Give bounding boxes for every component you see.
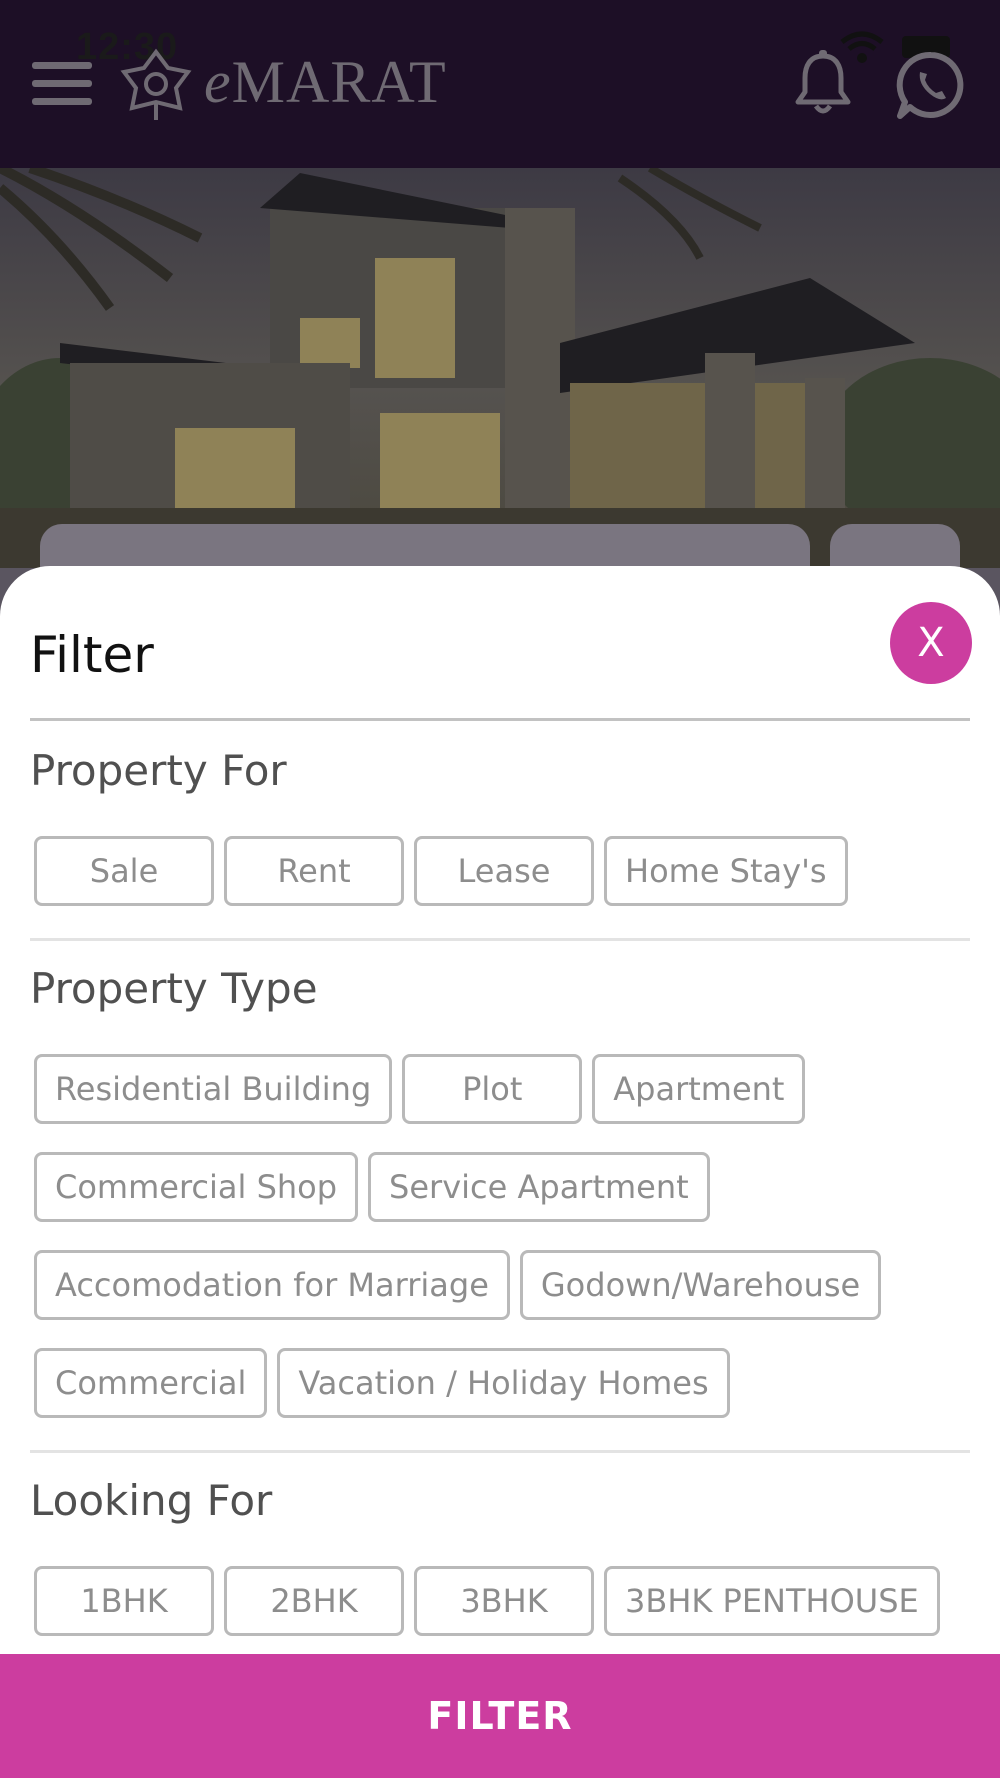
logo-name: MARAT — [231, 49, 447, 115]
menu-icon[interactable] — [32, 62, 92, 106]
chip-row-looking-for: 1BHK 2BHK 3BHK 3BHK PENTHOUSE — [34, 1566, 940, 1636]
logo-mark-icon — [120, 48, 192, 120]
filter-sheet: Filter X Property For Sale Rent Lease Ho… — [0, 566, 1000, 1778]
chip-godown-warehouse[interactable]: Godown/Warehouse — [519, 1250, 882, 1320]
chip-1bhk[interactable]: 1BHK — [34, 1566, 214, 1636]
chip-2bhk[interactable]: 2BHK — [224, 1566, 404, 1636]
chip-service-apartment[interactable]: Service Apartment — [368, 1152, 710, 1222]
section-title-looking-for: Looking For — [30, 1476, 273, 1525]
chip-apartment[interactable]: Apartment — [592, 1054, 806, 1124]
bell-icon[interactable] — [792, 50, 854, 116]
chip-row-property-type-2: Commercial Shop Service Apartment — [34, 1152, 710, 1222]
section-divider — [30, 938, 970, 941]
logo-prefix: e — [204, 49, 232, 115]
chip-row-property-type-1: Residential Building Plot Apartment — [34, 1054, 806, 1124]
section-divider — [30, 1450, 970, 1453]
chip-3bhk[interactable]: 3BHK — [414, 1566, 594, 1636]
chip-sale[interactable]: Sale — [34, 836, 214, 906]
app-logo: eMARAT — [204, 48, 447, 117]
app-bar: 12:30 eMARAT — [0, 0, 1000, 168]
chip-commercial-shop[interactable]: Commercial Shop — [34, 1152, 359, 1222]
chip-vacation-holiday-homes[interactable]: Vacation / Holiday Homes — [277, 1348, 730, 1418]
whatsapp-icon[interactable] — [896, 50, 966, 120]
apply-filter-button[interactable]: FILTER — [0, 1654, 1000, 1778]
chip-lease[interactable]: Lease — [414, 836, 594, 906]
house-illustration — [0, 168, 1000, 568]
chip-plot[interactable]: Plot — [402, 1054, 583, 1124]
chip-row-property-type-4: Commercial Vacation / Holiday Homes — [34, 1348, 730, 1418]
chip-row-property-for: Sale Rent Lease Home Stay's — [34, 836, 848, 906]
section-title-property-for: Property For — [30, 746, 287, 795]
chip-home-stays[interactable]: Home Stay's — [604, 836, 848, 906]
chip-commercial[interactable]: Commercial — [34, 1348, 268, 1418]
title-divider — [30, 718, 970, 721]
hero-image — [0, 168, 1000, 568]
chip-row-property-type-3: Accomodation for Marriage Godown/Warehou… — [34, 1250, 882, 1320]
chip-3bhk-penthouse[interactable]: 3BHK PENTHOUSE — [604, 1566, 940, 1636]
chip-accomodation-for-marriage[interactable]: Accomodation for Marriage — [34, 1250, 510, 1320]
close-button[interactable]: X — [890, 602, 972, 684]
chip-rent[interactable]: Rent — [224, 836, 404, 906]
section-title-property-type: Property Type — [30, 964, 318, 1013]
filter-title: Filter — [30, 626, 154, 684]
chip-residential-building[interactable]: Residential Building — [34, 1054, 393, 1124]
